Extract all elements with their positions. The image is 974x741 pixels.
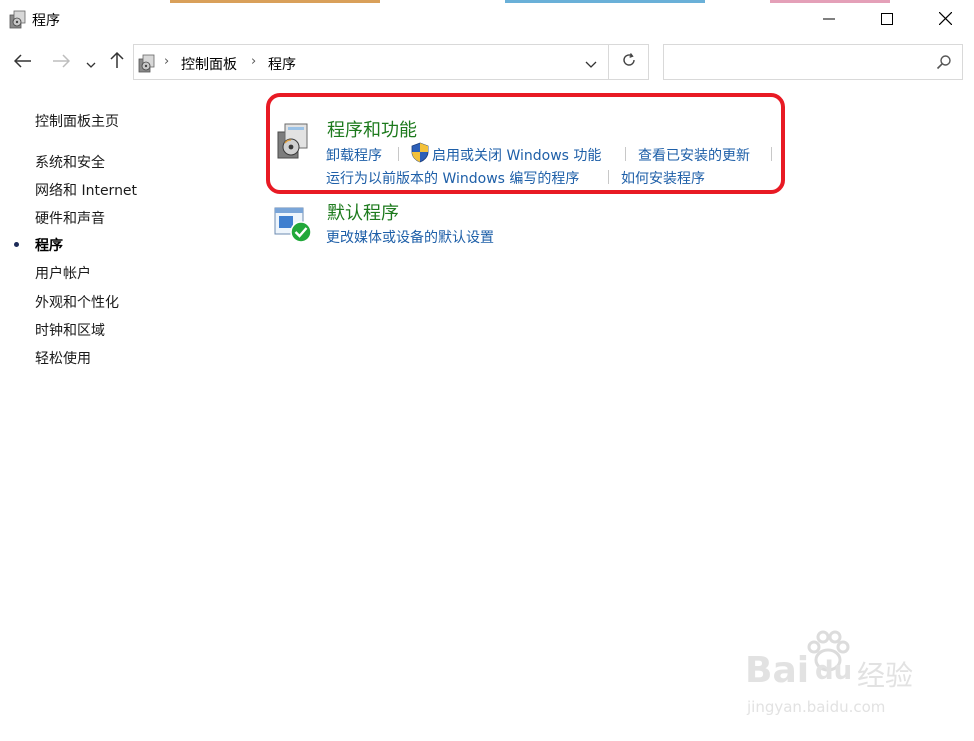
navigation-bar: › 控制面板 › 程序 <box>0 40 974 84</box>
uninstall-program-link[interactable]: 卸载程序 <box>326 145 382 165</box>
search-input[interactable] <box>663 44 963 80</box>
control-panel-window: 程序 › 控制面板 › 程序 控制面板主页 系统和安全 网络和 Internet… <box>0 0 974 741</box>
up-button[interactable] <box>104 48 130 76</box>
programs-features-title[interactable]: 程序和功能 <box>327 116 417 142</box>
arrow-left-icon <box>13 53 32 72</box>
recent-locations-button[interactable] <box>80 48 102 76</box>
installed-updates-link[interactable]: 查看已安装的更新 <box>638 145 750 165</box>
programs-folder-icon <box>138 53 156 73</box>
sidebar-item-hardware-sound[interactable]: 硬件和声音 <box>35 208 105 228</box>
sidebar-item-appearance[interactable]: 外观和个性化 <box>35 292 119 312</box>
sidebar-item-network-internet[interactable]: 网络和 Internet <box>35 180 137 200</box>
breadcrumb-programs[interactable]: 程序 <box>268 54 296 74</box>
maximize-icon <box>881 10 893 29</box>
title-bar: 程序 <box>0 0 974 38</box>
forward-button[interactable] <box>46 48 76 76</box>
link-separator <box>625 147 626 161</box>
address-dropdown-button[interactable] <box>575 45 607 79</box>
sidebar-item-clock-region[interactable]: 时钟和区域 <box>35 320 105 340</box>
address-bar[interactable]: › 控制面板 › 程序 <box>133 44 649 80</box>
arrow-right-icon <box>52 53 71 72</box>
close-icon <box>938 10 952 29</box>
chevron-right-icon[interactable]: › <box>164 54 169 69</box>
sidebar-item-ease-of-access[interactable]: 轻松使用 <box>35 348 91 368</box>
refresh-icon <box>621 52 637 72</box>
compatibility-link[interactable]: 运行为以前版本的 Windows 编写的程序 <box>326 168 579 188</box>
sidebar-item-programs[interactable]: 程序 <box>35 235 63 255</box>
minimize-button[interactable] <box>800 0 858 38</box>
chevron-down-icon <box>86 53 96 72</box>
maximize-button[interactable] <box>858 0 916 38</box>
uac-shield-icon <box>410 142 430 167</box>
active-bullet-icon <box>14 242 19 247</box>
link-separator <box>398 147 399 161</box>
close-button[interactable] <box>916 0 974 38</box>
sidebar-item-system-security[interactable]: 系统和安全 <box>35 152 105 172</box>
watermark-brand-suffix: du <box>815 656 853 686</box>
breadcrumb-control-panel[interactable]: 控制面板 <box>181 54 237 74</box>
default-programs-title[interactable]: 默认程序 <box>327 199 399 225</box>
arrow-up-icon <box>110 51 124 73</box>
chevron-right-icon[interactable]: › <box>251 54 256 69</box>
default-programs-icon[interactable] <box>273 204 313 248</box>
windows-features-link[interactable]: 启用或关闭 Windows 功能 <box>432 145 601 165</box>
watermark-brand: Bai <box>745 650 810 691</box>
window-title: 程序 <box>32 13 60 29</box>
search-icon[interactable] <box>936 54 952 74</box>
how-to-install-link[interactable]: 如何安装程序 <box>621 168 705 188</box>
watermark-url: jingyan.baidu.com <box>747 698 886 716</box>
change-default-settings-link[interactable]: 更改媒体或设备的默认设置 <box>326 227 494 247</box>
back-button[interactable] <box>8 48 38 76</box>
programs-folder-icon <box>9 9 27 29</box>
baidu-watermark: Bai du 经验 jingyan.baidu.com <box>745 630 935 725</box>
watermark-cn: 经验 <box>857 659 914 692</box>
chevron-down-icon <box>585 53 597 72</box>
refresh-button[interactable] <box>609 45 648 79</box>
link-separator <box>608 170 609 184</box>
link-separator <box>771 147 772 161</box>
sidebar-item-user-accounts[interactable]: 用户帐户 <box>35 263 91 283</box>
sidebar-home-link[interactable]: 控制面板主页 <box>35 111 119 131</box>
programs-features-icon[interactable] <box>276 122 310 164</box>
minimize-icon <box>823 10 835 29</box>
